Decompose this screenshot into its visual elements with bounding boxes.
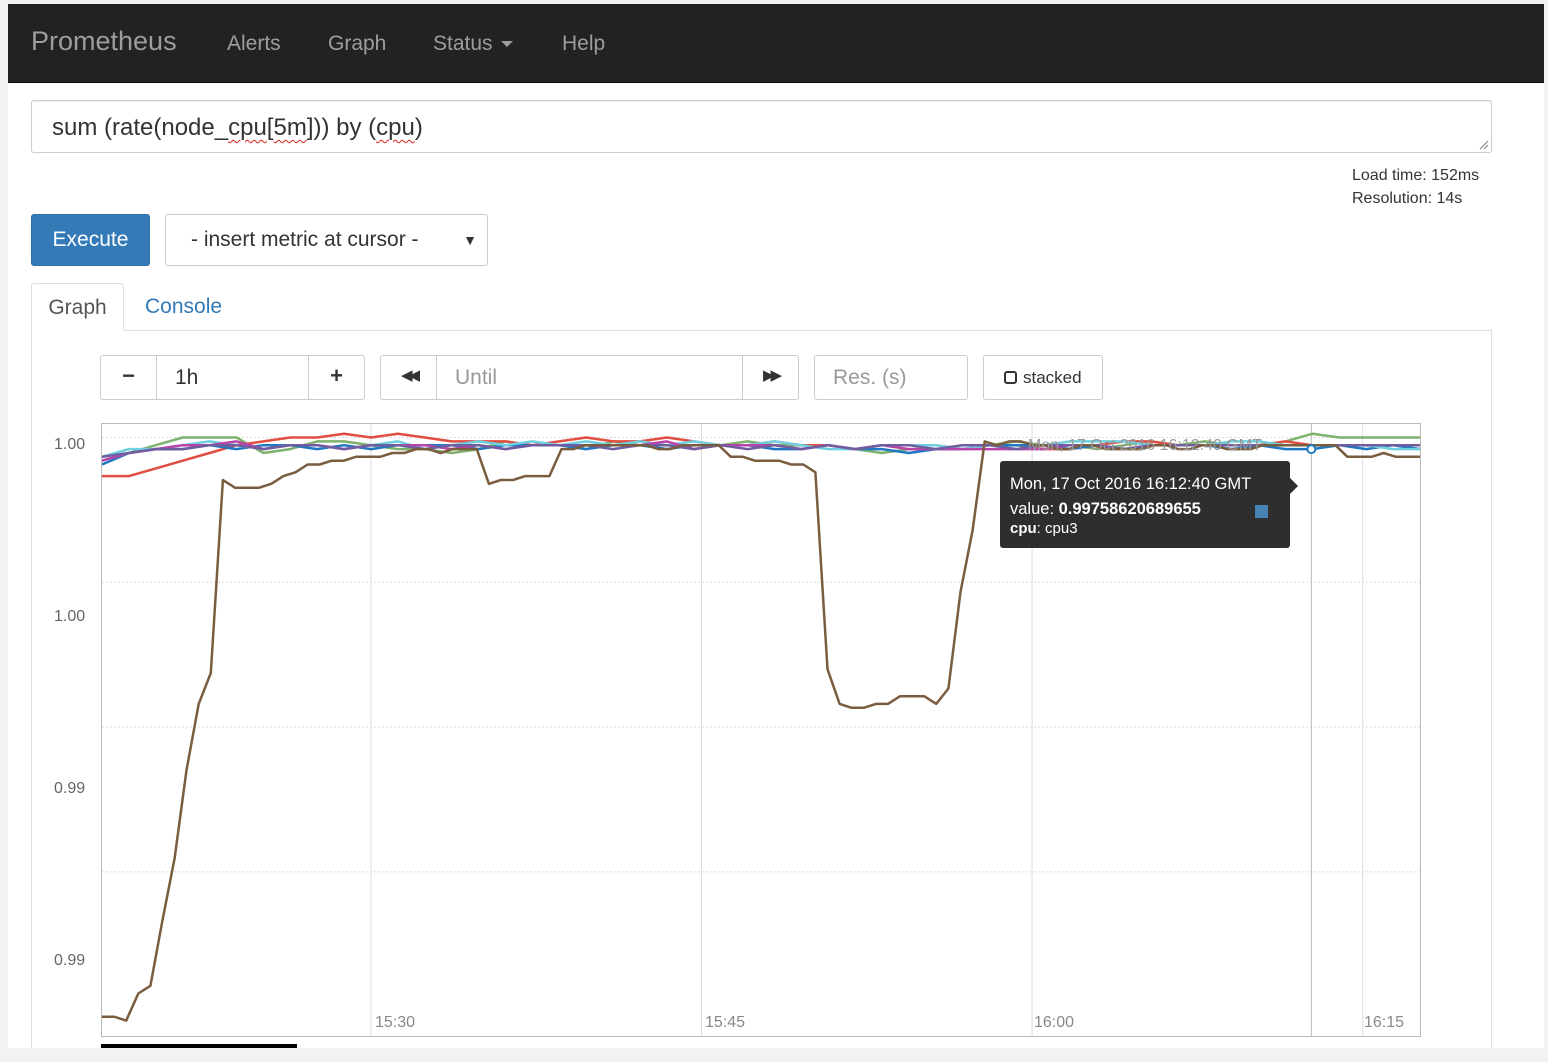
- resize-grip-icon[interactable]: [1477, 138, 1489, 150]
- tooltip-label-key: cpu: [1010, 520, 1037, 537]
- tab-console[interactable]: Console: [145, 295, 222, 319]
- insert-metric-label: - insert metric at cursor -: [191, 228, 419, 251]
- expr-text-5: ])) by (: [306, 114, 377, 141]
- tooltip-pointer: [1290, 478, 1298, 494]
- expr-text-1: sum (rate(node_: [52, 114, 229, 141]
- x-tick-label: 15:30: [375, 1014, 416, 1031]
- range-decrease-button[interactable]: −: [100, 355, 157, 400]
- caret-down-icon: [500, 41, 513, 48]
- insert-metric-select[interactable]: - insert metric at cursor - ▼: [165, 214, 488, 266]
- x-tick-label: 15:45: [705, 1014, 746, 1031]
- y-tick-label: 0.99: [54, 952, 86, 969]
- tooltip-value-label: value:: [1010, 500, 1055, 518]
- tooltip-label-row: cpu: cpu3: [1010, 520, 1078, 537]
- nav-status-dropdown[interactable]: Status: [433, 32, 513, 56]
- tooltip-time: Mon, 17 Oct 2016 16:12:40 GMT: [1010, 475, 1252, 493]
- hover-time-label: Mon, 17 Oct 2016 16:12:40 GMT: [1028, 437, 1262, 454]
- forward-button[interactable]: ▶▶: [742, 355, 799, 400]
- tooltip-value: 0.99758620689655: [1058, 500, 1201, 518]
- resolution: Resolution: 14s: [1352, 190, 1463, 207]
- range-increase-button[interactable]: +: [308, 355, 365, 400]
- y-tick-label: 1.00: [54, 436, 86, 453]
- nav-status-label: Status: [433, 32, 493, 55]
- y-tick-label: 1.00: [54, 608, 86, 625]
- tooltip-label-value: cpu3: [1045, 520, 1078, 537]
- expr-text-7: ): [414, 114, 423, 141]
- load-time: Load time: 152ms: [1352, 167, 1480, 184]
- hover-point: [1306, 444, 1317, 455]
- expr-text-6: cpu: [376, 114, 415, 141]
- execute-button[interactable]: Execute: [31, 214, 150, 266]
- nav-help[interactable]: Help: [562, 32, 605, 56]
- expr-text-2: cpu: [228, 114, 267, 141]
- brand-logo[interactable]: Prometheus: [31, 26, 177, 57]
- range-input[interactable]: 1h: [156, 355, 309, 400]
- tooltip-value-row: value: 0.99758620689655: [1010, 500, 1280, 519]
- range-slider[interactable]: [101, 1044, 297, 1048]
- app-window: Prometheus Alerts Graph Status Help sum …: [8, 4, 1544, 1048]
- expression-input[interactable]: sum (rate(node_cpu[5m])) by (cpu): [31, 100, 1492, 153]
- tabs-divider: [31, 330, 1492, 331]
- nav-graph[interactable]: Graph: [328, 32, 386, 56]
- x-tick-label: 16:00: [1034, 1014, 1075, 1031]
- until-input[interactable]: Until: [436, 355, 743, 400]
- top-navbar: Prometheus Alerts Graph Status Help: [8, 4, 1544, 83]
- series-swatch: [1255, 505, 1268, 518]
- tab-graph[interactable]: Graph: [31, 283, 124, 331]
- backward-button[interactable]: ◀◀: [380, 355, 437, 400]
- checkbox-icon: [1004, 371, 1017, 384]
- expr-text-4: 5m: [273, 114, 307, 141]
- stacked-toggle[interactable]: stacked: [983, 355, 1103, 400]
- x-tick-label: 16:15: [1364, 1014, 1405, 1031]
- y-tick-label: 0.99: [54, 780, 86, 797]
- stacked-label: stacked: [1023, 368, 1082, 387]
- select-arrow-icon: ▼: [463, 232, 477, 248]
- resolution-input[interactable]: Res. (s): [814, 355, 968, 400]
- graph-tooltip: Mon, 17 Oct 2016 16:12:40 GMT value: 0.9…: [1000, 461, 1298, 548]
- nav-alerts[interactable]: Alerts: [227, 32, 281, 56]
